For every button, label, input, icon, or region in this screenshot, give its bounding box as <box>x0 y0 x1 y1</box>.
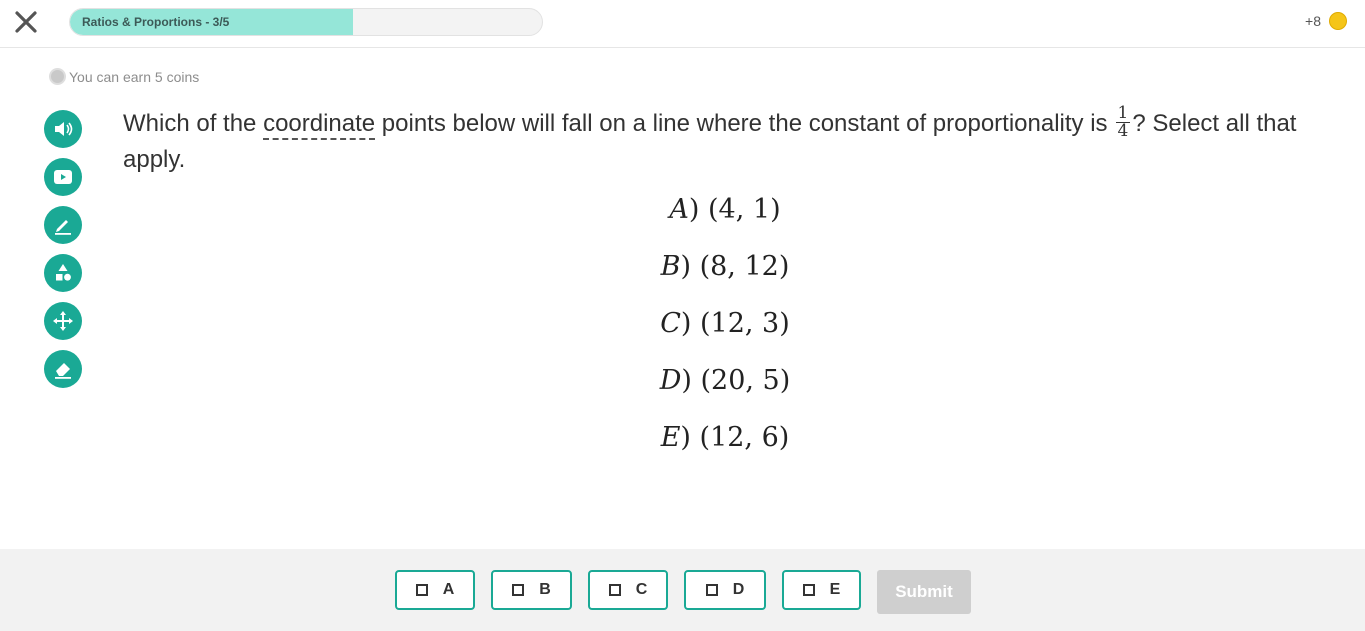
shapes-button[interactable] <box>44 254 82 292</box>
pencil-button[interactable] <box>44 206 82 244</box>
fraction: 14 <box>1115 105 1131 142</box>
question-part-1: Which of the <box>123 110 264 137</box>
move-button[interactable] <box>44 302 82 340</box>
coin-counter: +8 <box>1305 12 1347 30</box>
eraser-icon <box>55 363 71 379</box>
tool-sidebar <box>44 110 82 398</box>
checkbox-icon <box>415 584 428 596</box>
move-icon <box>53 311 73 331</box>
question-part-2: points below will fall on a line where t… <box>375 110 1108 137</box>
pencil-icon <box>55 220 71 235</box>
option-point: (4, 1) <box>708 194 781 225</box>
option-e: E) (12, 6) <box>660 422 790 453</box>
option-d: D) (20, 5) <box>659 365 791 396</box>
option-b: B) (8, 12) <box>660 251 790 282</box>
vocab-word-coordinate[interactable]: coordinate <box>263 112 376 140</box>
progress-bar: Ratios & Proportions - 3/5 <box>69 8 543 36</box>
option-point: (12, 3) <box>700 308 790 339</box>
option-point: (8, 12) <box>699 251 790 282</box>
read-aloud-button[interactable] <box>44 110 82 148</box>
answer-label: A <box>442 581 455 598</box>
fraction-denominator: 4 <box>1117 121 1129 142</box>
coin-count: +8 <box>1305 13 1321 29</box>
answer-label: B <box>539 581 551 598</box>
close-icon[interactable] <box>12 8 40 36</box>
answer-label: E <box>829 581 841 598</box>
option-c: C) (12, 3) <box>660 308 790 339</box>
option-letter: A <box>669 194 689 225</box>
checkbox-icon <box>512 584 525 596</box>
top-bar: Ratios & Proportions - 3/5 +8 <box>0 0 1365 48</box>
read-aloud-icon <box>55 122 73 136</box>
video-icon <box>54 170 72 184</box>
option-point: (20, 5) <box>700 365 791 396</box>
answer-checkbox-a[interactable]: A <box>395 570 475 610</box>
option-a: A) (4, 1) <box>669 194 781 225</box>
option-point: (12, 6) <box>699 422 790 453</box>
option-letter: D <box>659 365 682 396</box>
question-text: Which of the coordinate points below wil… <box>123 105 1323 177</box>
checkbox-icon <box>802 584 815 596</box>
option-letter: B <box>660 251 681 282</box>
answer-checkbox-d[interactable]: D <box>684 570 766 610</box>
answer-checkbox-b[interactable]: B <box>491 570 572 610</box>
option-letter: C <box>660 308 681 339</box>
answer-label: C <box>635 581 648 598</box>
shapes-icon <box>56 264 71 281</box>
coin-icon <box>1329 12 1347 30</box>
progress-label: Ratios & Proportions - 3/5 <box>82 15 230 29</box>
earn-coins-text: You can earn 5 coins <box>69 68 200 85</box>
answer-checkbox-c[interactable]: C <box>588 570 668 610</box>
coin-outline-icon <box>49 68 66 85</box>
answer-checkbox-e[interactable]: E <box>782 570 861 610</box>
eraser-button[interactable] <box>44 350 82 388</box>
submit-button[interactable]: Submit <box>877 570 971 614</box>
answer-label: D <box>732 581 745 598</box>
option-letter: E <box>660 422 681 453</box>
checkbox-icon <box>608 584 621 596</box>
answer-bar: A B C D E Submit <box>0 549 1365 631</box>
video-button[interactable] <box>44 158 82 196</box>
earn-coins-notice: You can earn 5 coins <box>49 68 199 85</box>
checkbox-icon <box>705 584 718 596</box>
